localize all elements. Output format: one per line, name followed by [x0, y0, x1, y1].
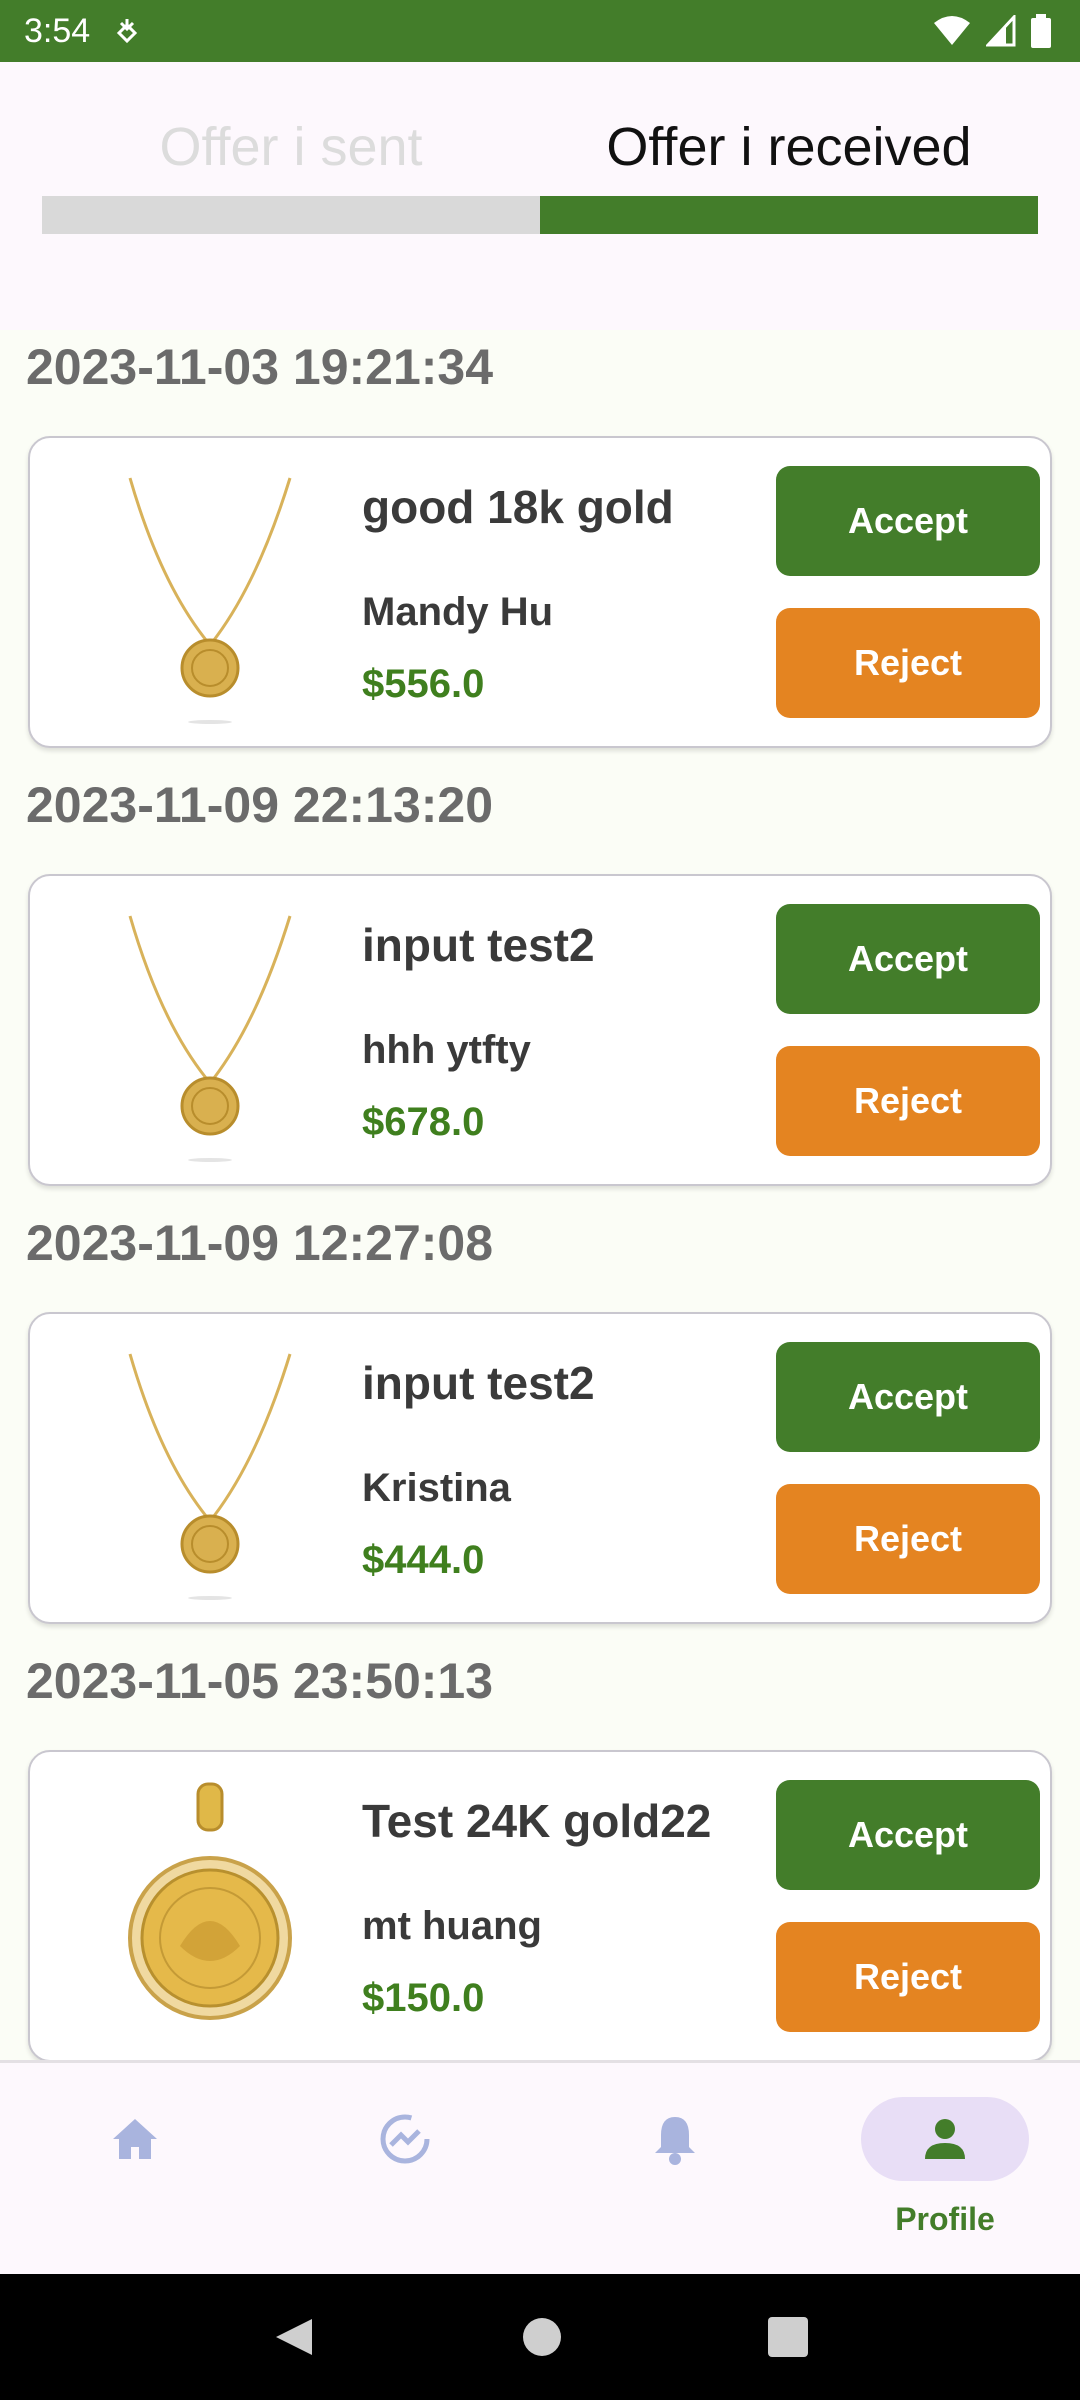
accept-button[interactable]: Accept	[776, 1342, 1040, 1452]
offer-date: 2023-11-03 19:21:34	[26, 339, 494, 395]
nav-item-profile[interactable]: Profile	[810, 2063, 1080, 2277]
product-title: good 18k gold	[362, 481, 674, 533]
data-saver-icon	[117, 19, 138, 44]
offer-card[interactable]: good 18k gold Mandy Hu $556.0 Accept Rej…	[28, 436, 1052, 748]
recents-icon[interactable]	[767, 2317, 808, 2357]
tab-indicator-active	[540, 196, 1038, 234]
reject-button[interactable]: Reject	[776, 1922, 1040, 2032]
accept-button[interactable]: Accept	[776, 466, 1040, 576]
gold-coin-necklace-image	[128, 477, 292, 724]
bottom-navigation: Profile	[0, 2060, 1080, 2274]
buyer-name: Mandy Hu	[362, 590, 554, 634]
bell-icon	[655, 2117, 695, 2165]
tab-indicator-inactive	[42, 196, 540, 234]
home-icon	[113, 2119, 157, 2159]
buyer-name: Kristina	[362, 1466, 511, 1510]
reject-button[interactable]: Reject	[776, 1484, 1040, 1594]
offer-card[interactable]: input test2 Kristina $444.0 Accept Rejec…	[28, 1312, 1052, 1624]
system-navigation-bar	[0, 2274, 1080, 2400]
offer-date: 2023-11-09 22:13:20	[26, 777, 494, 833]
offer-price: $678.0	[362, 1100, 485, 1144]
buyer-name: mt huang	[362, 1904, 542, 1948]
product-title: input test2	[362, 919, 595, 971]
offer-date: 2023-11-09 12:27:08	[26, 1215, 494, 1271]
offer-list[interactable]: 2023-11-03 19:21:34 good 18k gold Mandy …	[0, 330, 1080, 2060]
signal-icon	[986, 15, 1016, 47]
product-title: input test2	[362, 1357, 595, 1409]
offer-card[interactable]: Test 24K gold22 mt huang $150.0 Accept R…	[28, 1750, 1052, 2060]
gold-medallion-pendant-image	[128, 1782, 292, 2020]
home-circle-icon[interactable]	[521, 2316, 563, 2358]
status-time: 3:54	[24, 11, 91, 50]
tab-header: Offer i sent Offer i received	[0, 62, 1080, 330]
back-icon[interactable]	[272, 2315, 316, 2359]
nav-item-home[interactable]	[0, 2063, 270, 2277]
accept-button[interactable]: Accept	[776, 904, 1040, 1014]
reject-button[interactable]: Reject	[776, 1046, 1040, 1156]
gold-coin-necklace-image	[128, 915, 292, 1162]
wifi-icon	[934, 16, 970, 45]
offer-price: $150.0	[362, 1976, 485, 2020]
tab-indicator	[42, 196, 1038, 234]
nav-item-notifications[interactable]	[540, 2063, 810, 2277]
nav-label-profile: Profile	[895, 2201, 995, 2237]
offer-date: 2023-11-05 23:50:13	[26, 1653, 494, 1709]
offer-price: $556.0	[362, 662, 485, 706]
accept-button[interactable]: Accept	[776, 1780, 1040, 1890]
gold-coin-necklace-image	[128, 1353, 292, 1600]
offer-card[interactable]: input test2 hhh ytfty $678.0 Accept Reje…	[28, 874, 1052, 1186]
status-bar: 3:54	[0, 0, 1080, 62]
buyer-name: hhh ytfty	[362, 1028, 531, 1072]
product-title: Test 24K gold22	[362, 1795, 712, 1847]
offer-price: $444.0	[362, 1538, 485, 1582]
battery-icon	[1031, 14, 1051, 48]
profile-icon	[925, 2119, 965, 2159]
reject-button[interactable]: Reject	[776, 608, 1040, 718]
nav-item-trending[interactable]	[270, 2063, 540, 2277]
trending-icon	[380, 2114, 430, 2164]
